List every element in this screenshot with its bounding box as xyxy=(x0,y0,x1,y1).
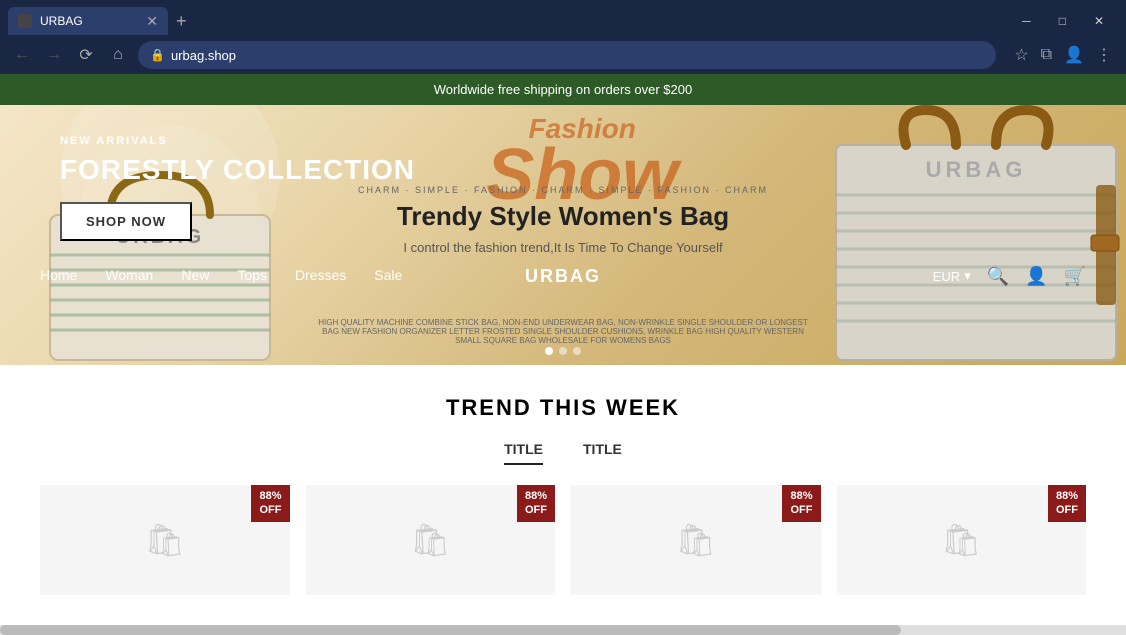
site-navigation: Home Woman New Tops Dresses Sale URBAG E… xyxy=(0,250,1126,302)
horizontal-scrollbar[interactable] xyxy=(0,625,1126,635)
site-content: Worldwide free shipping on orders over $… xyxy=(0,74,1126,625)
product-image-3: 🛍 xyxy=(675,521,716,559)
discount-badge-2: 88%OFF xyxy=(517,485,555,522)
product-image-2: 🛍 xyxy=(410,521,451,559)
trend-tabs: TITLE TITLE xyxy=(40,441,1086,465)
product-card-2[interactable]: 88%OFF 🛍 xyxy=(306,485,556,595)
browser-chrome: URBAG ✕ + ─ □ ✕ ← → ⟳ ⌂ 🔒 urbag.shop ☆ ⧉… xyxy=(0,0,1126,74)
shop-now-button[interactable]: SHOP NOW xyxy=(60,202,192,241)
hero-section: Home Woman New Tops Dresses Sale URBAG E… xyxy=(0,105,1126,365)
svg-text:URBAG: URBAG xyxy=(926,157,1027,182)
close-button[interactable]: ✕ xyxy=(1080,7,1118,35)
discount-badge-4: 88%OFF xyxy=(1048,485,1086,522)
hero-small-text: HIGH QUALITY MACHINE COMBINE STICK BAG, … xyxy=(313,318,813,345)
url-text: urbag.shop xyxy=(171,48,236,63)
back-button[interactable]: ← xyxy=(10,46,34,64)
home-button[interactable]: ⌂ xyxy=(106,46,130,64)
currency-selector[interactable]: EUR ▾ xyxy=(933,268,971,284)
forward-button[interactable]: → xyxy=(42,46,66,64)
nav-item-home[interactable]: Home xyxy=(40,267,77,285)
discount-badge-1: 88%OFF xyxy=(251,485,289,522)
nav-right-actions: EUR ▾ 🔍 👤 🛒 xyxy=(933,266,1086,287)
hero-center-title: Trendy Style Women's Bag xyxy=(353,201,773,232)
nav-item-dresses[interactable]: Dresses xyxy=(295,267,346,285)
tab-favicon xyxy=(18,14,32,28)
tab-bar: URBAG ✕ + ─ □ ✕ xyxy=(0,0,1126,36)
currency-value: EUR xyxy=(933,269,960,284)
trend-tab-1[interactable]: TITLE xyxy=(504,441,543,465)
currency-chevron-icon: ▾ xyxy=(964,268,971,284)
window-controls: ─ □ ✕ xyxy=(1008,7,1118,35)
tab-close-button[interactable]: ✕ xyxy=(146,13,158,30)
product-card-4[interactable]: 88%OFF 🛍 xyxy=(837,485,1087,595)
banner-text: Worldwide free shipping on orders over $… xyxy=(434,82,692,97)
discount-badge-3: 88%OFF xyxy=(782,485,820,522)
minimize-button[interactable]: ─ xyxy=(1008,7,1045,35)
search-icon[interactable]: 🔍 xyxy=(987,266,1009,287)
active-tab[interactable]: URBAG ✕ xyxy=(8,7,168,35)
product-image-1: 🛍 xyxy=(144,521,185,559)
hero-title: FORESTLY COLLECTION xyxy=(60,155,490,186)
trend-title: TREND THIS WEEK xyxy=(40,395,1086,421)
announcement-banner: Worldwide free shipping on orders over $… xyxy=(0,74,1126,105)
url-bar[interactable]: 🔒 urbag.shop xyxy=(138,41,996,69)
product-grid: 88%OFF 🛍 88%OFF 🛍 88%OFF 🛍 88%OFF 🛍 xyxy=(40,485,1086,595)
account-icon[interactable]: 👤 xyxy=(1025,266,1047,287)
extensions-icon[interactable]: ⧉ xyxy=(1037,46,1056,64)
bag-right-image: URBAG xyxy=(826,105,1126,365)
maximize-button[interactable]: □ xyxy=(1045,7,1080,35)
nav-item-new[interactable]: New xyxy=(181,267,209,285)
site-logo: URBAG xyxy=(525,266,601,287)
scrollbar-thumb[interactable] xyxy=(0,625,901,635)
reload-button[interactable]: ⟳ xyxy=(74,45,98,65)
address-bar-actions: ☆ ⧉ 👤 ⋮ xyxy=(1010,45,1116,65)
nav-item-woman[interactable]: Woman xyxy=(105,267,153,285)
trend-tab-2[interactable]: TITLE xyxy=(583,441,622,465)
carousel-dot-1[interactable] xyxy=(545,347,553,355)
carousel-dots xyxy=(545,347,581,355)
carousel-dot-2[interactable] xyxy=(559,347,567,355)
nav-item-sale[interactable]: Sale xyxy=(374,267,402,285)
product-card-1[interactable]: 88%OFF 🛍 xyxy=(40,485,290,595)
new-tab-button[interactable]: + xyxy=(168,7,195,35)
lock-icon: 🔒 xyxy=(150,48,165,62)
nav-item-tops[interactable]: Tops xyxy=(237,267,267,285)
tab-title: URBAG xyxy=(40,14,83,28)
profile-icon[interactable]: 👤 xyxy=(1060,45,1088,65)
nav-links: Home Woman New Tops Dresses Sale xyxy=(40,267,402,285)
address-bar: ← → ⟳ ⌂ 🔒 urbag.shop ☆ ⧉ 👤 ⋮ xyxy=(0,36,1126,74)
product-image-4: 🛍 xyxy=(941,521,982,559)
product-card-3[interactable]: 88%OFF 🛍 xyxy=(571,485,821,595)
bookmark-icon[interactable]: ☆ xyxy=(1010,45,1032,65)
menu-icon[interactable]: ⋮ xyxy=(1092,45,1116,65)
charm-bar: CHARM · SIMPLE · FASHION · CHARM · SIMPL… xyxy=(353,185,773,195)
hero-subtitle: NEW ARRIVALS xyxy=(60,135,490,147)
carousel-dot-3[interactable] xyxy=(573,347,581,355)
cart-icon[interactable]: 🛒 xyxy=(1064,266,1086,287)
trend-section: TREND THIS WEEK TITLE TITLE 88%OFF 🛍 88%… xyxy=(0,365,1126,625)
